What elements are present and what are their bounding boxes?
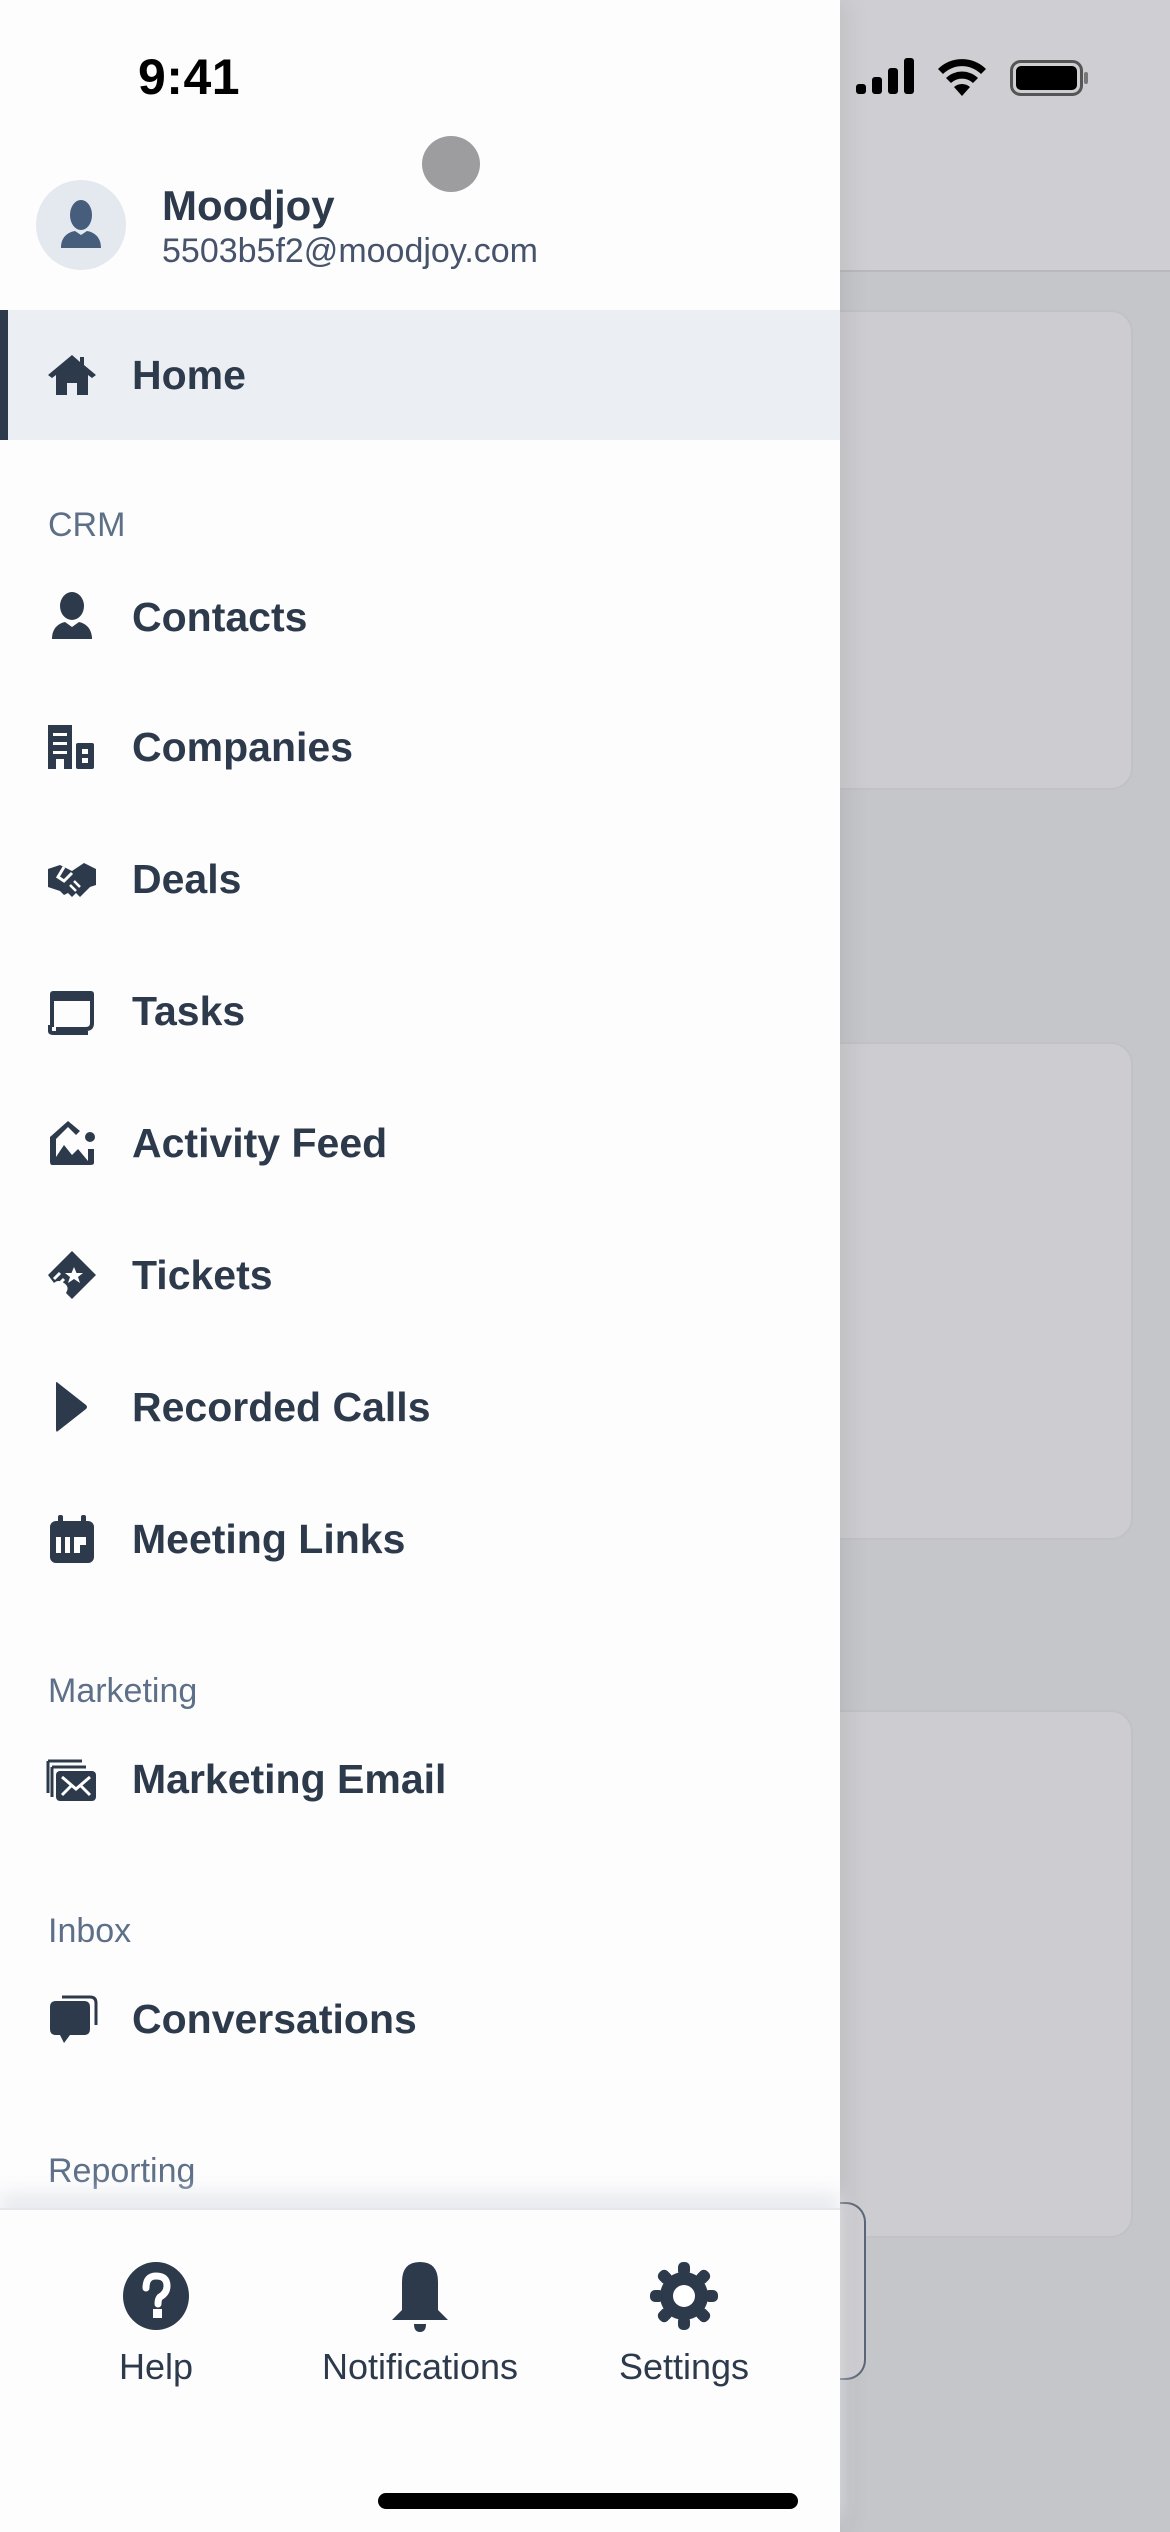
nav-item-label: Home (132, 351, 246, 398)
help-button[interactable]: Help (36, 2260, 276, 2410)
notifications-button[interactable]: Notifications (300, 2260, 540, 2410)
nav-item-conversations[interactable]: Conversations (0, 1954, 840, 2084)
nav-item-marketing-email[interactable]: Marketing Email (0, 1714, 840, 1844)
status-bar: 9:41 (0, 0, 1170, 150)
marketing-email-icon (46, 1753, 98, 1805)
play-icon (46, 1381, 98, 1433)
nav-item-tickets[interactable]: Tickets (0, 1210, 840, 1340)
nav-item-recorded-calls[interactable]: Recorded Calls (0, 1342, 840, 1472)
nav-item-tasks[interactable]: Tasks (0, 946, 840, 1076)
tasks-icon (46, 985, 98, 1037)
home-indicator[interactable] (378, 2493, 798, 2509)
notifications-label: Notifications (321, 2346, 519, 2387)
section-label-inbox: Inbox (48, 1912, 132, 1950)
battery-icon (1010, 60, 1088, 96)
nav-item-contacts[interactable]: Contacts (0, 552, 840, 682)
nav-item-label: Recorded Calls (132, 1383, 431, 1430)
activity-feed-icon (46, 1117, 98, 1169)
help-label: Help (118, 2346, 194, 2387)
section-label-crm: CRM (48, 506, 126, 544)
nav-item-label: Marketing Email (132, 1755, 447, 1802)
status-time: 9:41 (138, 49, 241, 105)
section-label-reporting: Reporting (48, 2152, 196, 2190)
nav-item-meeting-links[interactable]: Meeting Links (0, 1474, 840, 1604)
profile-email: 5503b5f2@moodjoy.com (162, 232, 538, 270)
nav-item-home[interactable]: Home (0, 310, 840, 440)
home-icon (46, 349, 98, 401)
person-icon (46, 591, 98, 643)
nav-item-companies[interactable]: Companies (0, 682, 840, 812)
nav-item-label: Tasks (132, 987, 246, 1034)
nav-item-label: Companies (132, 723, 353, 770)
settings-label: Settings (618, 2346, 750, 2387)
navigation-drawer: Moodjoy 5503b5f2@moodjoy.com Home CRM Co… (0, 0, 840, 2532)
section-label-marketing: Marketing (48, 1672, 198, 1710)
building-icon (46, 721, 98, 773)
chat-icon (46, 1993, 98, 2045)
wifi-icon (938, 59, 986, 96)
nav-item-label: Activity Feed (132, 1119, 388, 1166)
gear-icon (650, 2262, 718, 2330)
nav-item-deals[interactable]: Deals (0, 814, 840, 944)
nav-item-label: Contacts (132, 593, 308, 640)
handshake-icon (46, 853, 98, 905)
cellular-signal-icon (856, 58, 914, 94)
profile-header[interactable]: Moodjoy 5503b5f2@moodjoy.com (36, 180, 816, 272)
nav-item-label: Meeting Links (132, 1515, 406, 1562)
help-icon (123, 2262, 189, 2330)
person-icon (61, 200, 101, 248)
calendar-icon (46, 1513, 98, 1565)
avatar[interactable] (36, 180, 126, 270)
bell-icon (392, 2262, 448, 2332)
nav-item-label: Tickets (132, 1251, 273, 1298)
nav-item-label: Deals (132, 855, 242, 902)
nav-item-activity-feed[interactable]: Activity Feed (0, 1078, 840, 1208)
profile-name: Moodjoy (162, 182, 335, 229)
settings-button[interactable]: Settings (564, 2260, 804, 2410)
drawer-bottom-bar: Help Notifications Settings (0, 2208, 840, 2532)
ticket-icon (46, 1249, 98, 1301)
nav-item-label: Conversations (132, 1995, 417, 2042)
touch-indicator (422, 136, 480, 192)
